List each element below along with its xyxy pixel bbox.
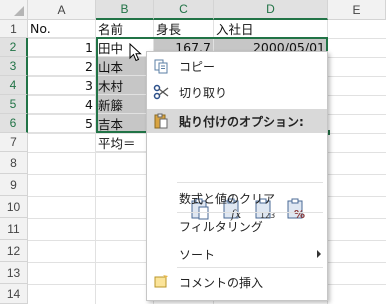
column-header-c[interactable]: C: [154, 0, 214, 20]
row-header-5[interactable]: 5: [0, 95, 28, 114]
row-header-14[interactable]: 14: [0, 284, 28, 304]
column-header-b[interactable]: B: [96, 0, 154, 20]
cell-a5[interactable]: 4: [28, 95, 96, 114]
row-header-11[interactable]: 11: [0, 218, 28, 240]
menu-label-paste-options: 貼り付けのオプション:: [179, 114, 304, 129]
submenu-arrow-icon: [317, 250, 321, 258]
menu-item-cut[interactable]: 切り取り: [147, 80, 327, 104]
comment-icon: [154, 275, 168, 288]
copy-icon: [154, 59, 168, 74]
menu-separator: [177, 212, 323, 213]
row-header-8[interactable]: 8: [0, 152, 28, 174]
row-header-12[interactable]: 12: [0, 240, 28, 262]
row-header-6[interactable]: 6: [0, 114, 28, 133]
menu-separator: [177, 267, 323, 268]
menu-label-insert-comment: コメントの挿入: [179, 275, 264, 290]
menu-separator: [177, 182, 323, 183]
menu-label-clear: 数式と値のクリア: [179, 191, 276, 206]
context-menu: コピー 切り取り 貼り付けのオプション: fx 123 % 数式と値のクリア フ…: [146, 51, 328, 301]
cell-a2[interactable]: 1: [28, 38, 96, 57]
menu-label-cut: 切り取り: [179, 85, 228, 100]
menu-label-copy: コピー: [179, 59, 216, 74]
cell-b1[interactable]: 名前: [96, 20, 154, 38]
column-header-d[interactable]: D: [214, 0, 328, 20]
menu-item-copy[interactable]: コピー: [147, 54, 327, 78]
row-header-7[interactable]: 7: [0, 133, 28, 152]
row-header-3[interactable]: 3: [0, 57, 28, 76]
cell-a1[interactable]: No.: [28, 20, 96, 38]
row-header-2[interactable]: 2: [0, 38, 28, 57]
menu-item-filter[interactable]: フィルタリング: [147, 214, 327, 238]
cell-c1[interactable]: 身長: [154, 20, 214, 38]
row-header-10[interactable]: 10: [0, 196, 28, 218]
menu-item-sort[interactable]: ソート: [147, 242, 327, 266]
scissors-icon: [153, 84, 169, 100]
menu-label-sort: ソート: [179, 247, 216, 262]
cell-d1[interactable]: 入社日: [214, 20, 328, 38]
cell-a3[interactable]: 2: [28, 57, 96, 76]
cell-a6[interactable]: 5: [28, 114, 96, 133]
mouse-pointer-icon: [129, 43, 142, 62]
paste-options-header: 貼り付けのオプション:: [147, 109, 327, 133]
column-header-e[interactable]: E: [328, 0, 386, 20]
column-header-a[interactable]: A: [28, 0, 96, 20]
select-all-corner[interactable]: [0, 0, 28, 20]
row-header-9[interactable]: 9: [0, 174, 28, 196]
cell-a4[interactable]: 3: [28, 76, 96, 95]
row-header-4[interactable]: 4: [0, 76, 28, 95]
clipboard-icon: [154, 113, 168, 129]
menu-label-filter: フィルタリング: [179, 219, 263, 234]
row-header-1[interactable]: 1: [0, 20, 28, 38]
menu-item-insert-comment[interactable]: コメントの挿入: [147, 270, 327, 294]
row-header-13[interactable]: 13: [0, 262, 28, 284]
menu-item-clear[interactable]: 数式と値のクリア: [147, 186, 327, 210]
